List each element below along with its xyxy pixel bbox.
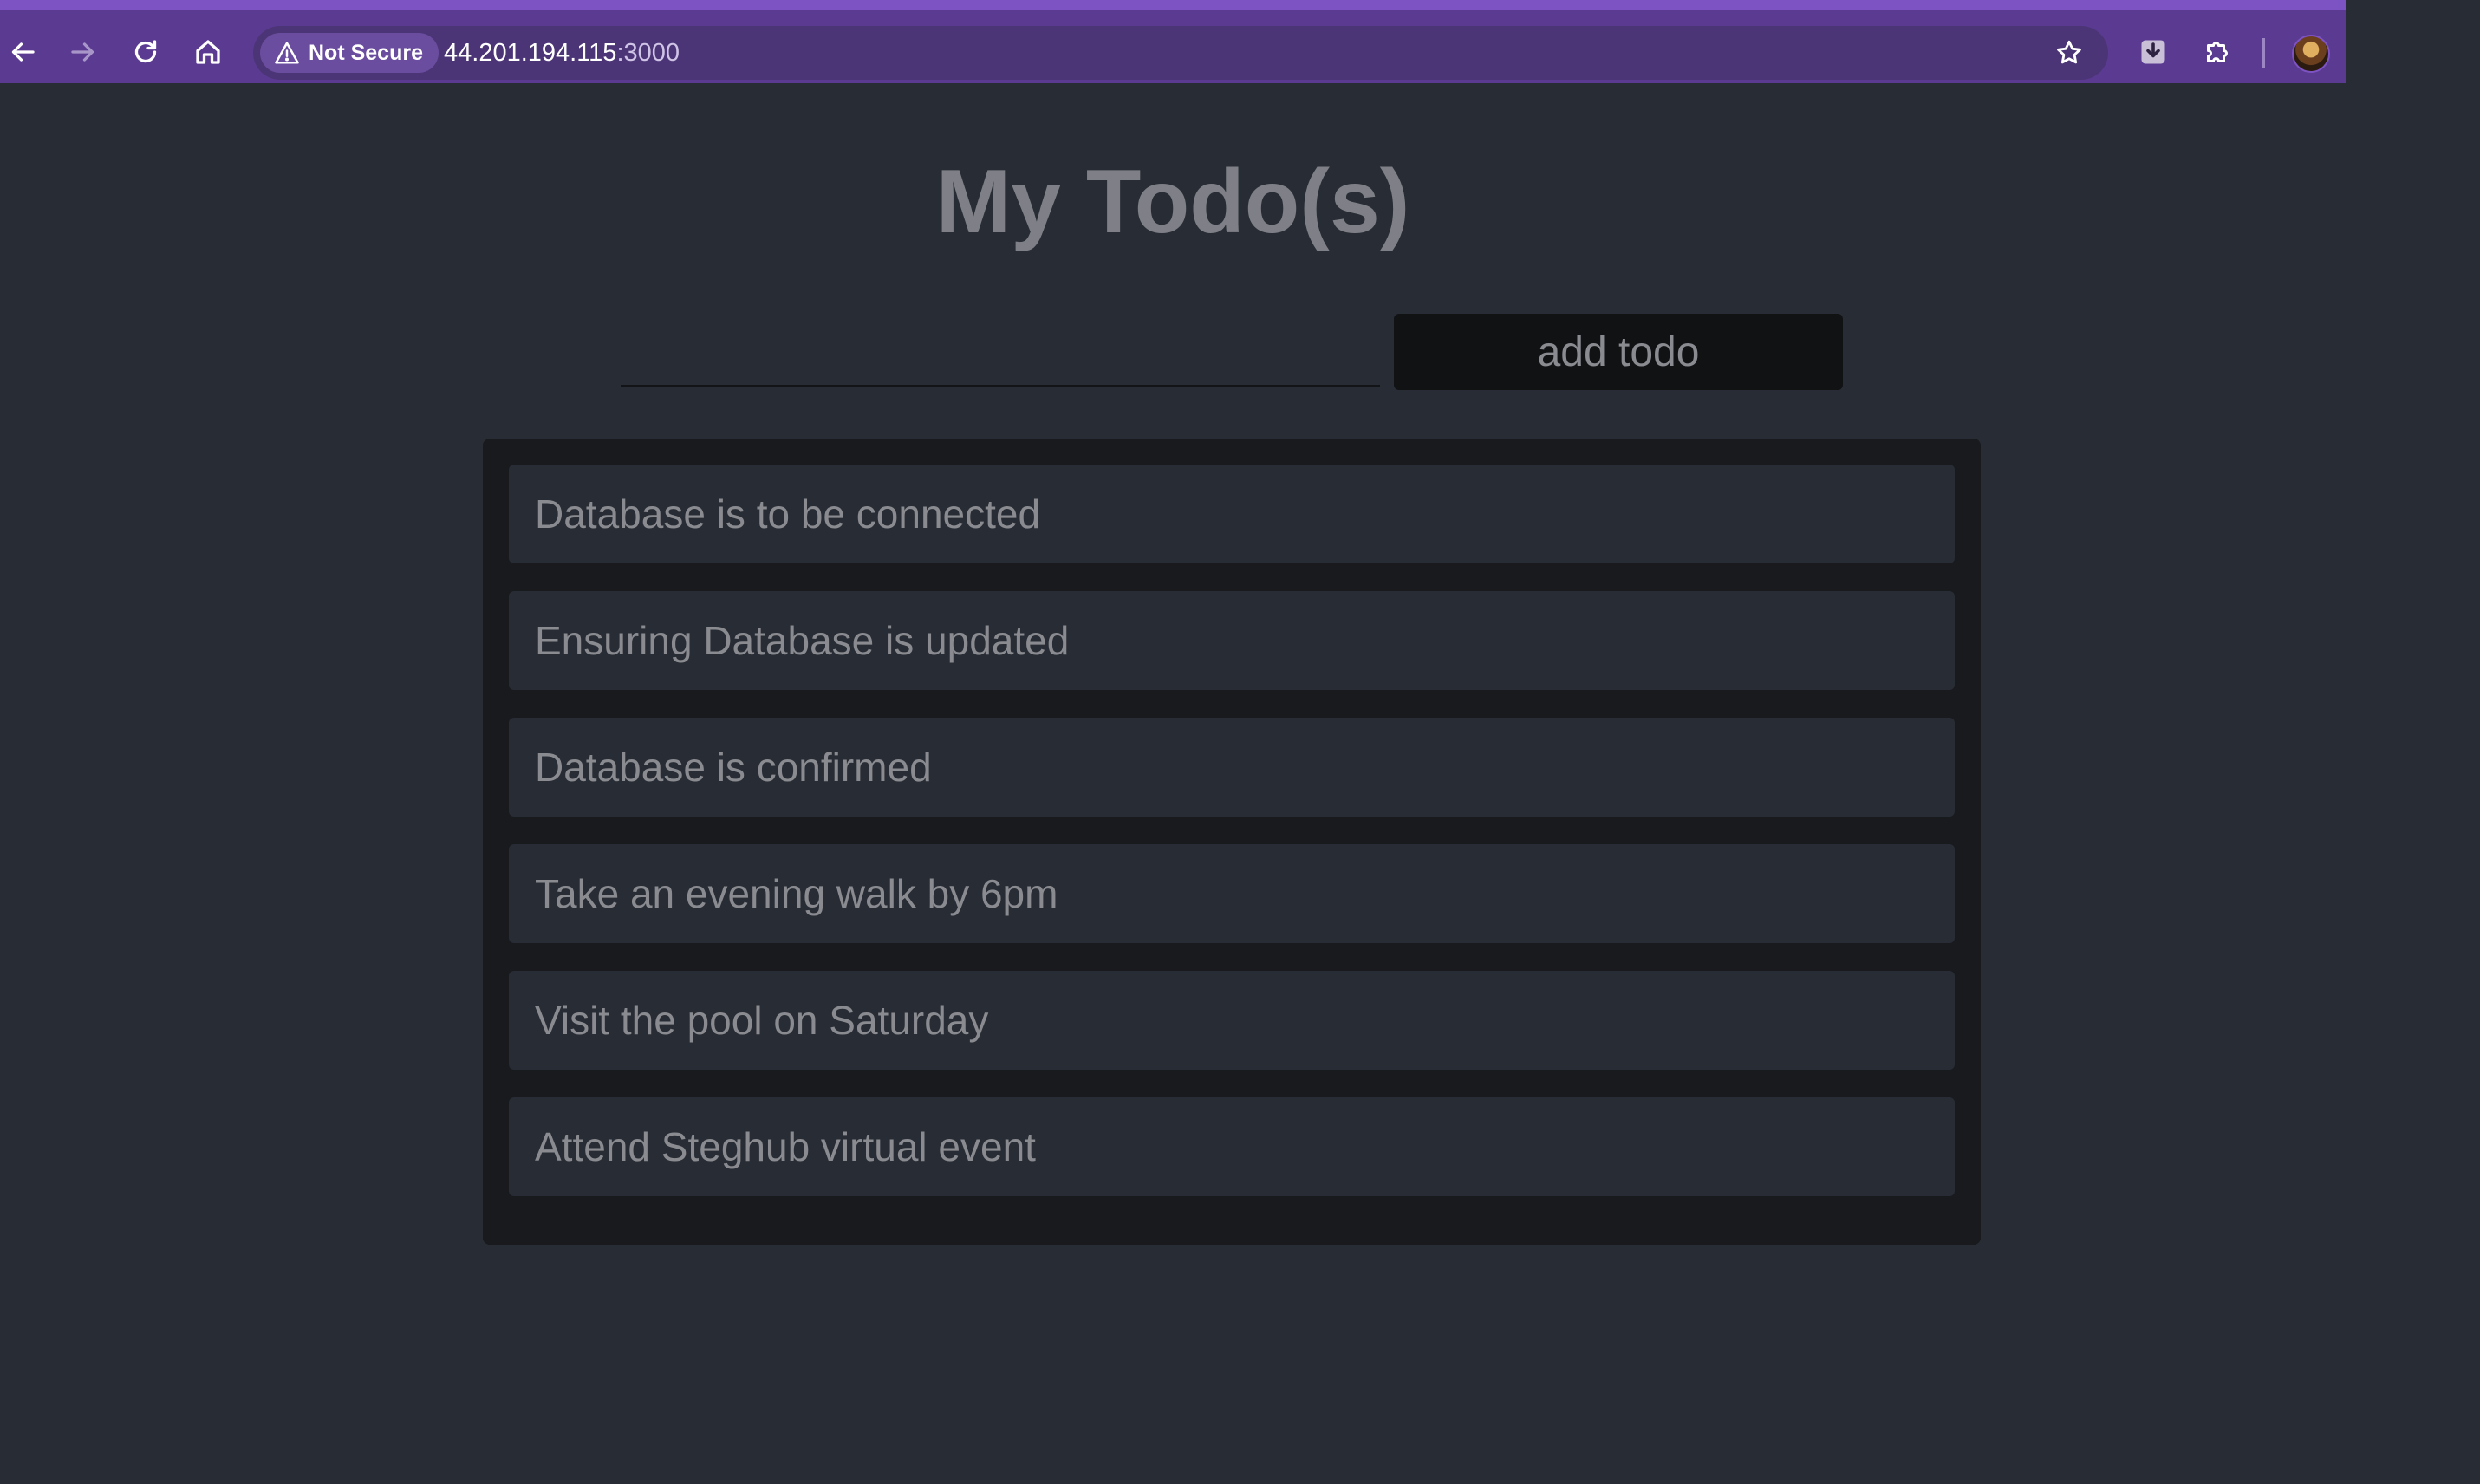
home-icon <box>196 40 220 64</box>
todo-item[interactable]: Database is to be connected <box>509 465 1955 563</box>
add-todo-button[interactable]: add todo <box>1394 314 1843 390</box>
puzzle-icon <box>2207 42 2228 62</box>
bookmark-button[interactable] <box>2051 35 2087 71</box>
security-label: Not Secure <box>309 40 423 65</box>
todo-item[interactable]: Take an evening walk by 6pm <box>509 844 1955 943</box>
url-port: :3000 <box>616 39 680 67</box>
back-button[interactable] <box>2 31 43 73</box>
address-bar[interactable]: Not Secure 44.201.194.115:3000 <box>253 26 2108 80</box>
home-button[interactable] <box>187 31 229 73</box>
arrow-right-icon <box>71 42 94 62</box>
todo-list: Database is to be connected Ensuring Dat… <box>483 439 1981 1245</box>
security-indicator[interactable]: Not Secure <box>260 33 439 73</box>
download-extension-button[interactable] <box>2132 31 2174 73</box>
todo-item[interactable]: Ensuring Database is updated <box>509 591 1955 690</box>
browser-toolbar: Not Secure 44.201.194.115:3000 <box>0 0 2346 83</box>
window-edge <box>2346 0 2480 1484</box>
todo-item[interactable]: Database is confirmed <box>509 718 1955 817</box>
todo-input[interactable] <box>621 310 1380 387</box>
toolbar-divider <box>2262 38 2265 68</box>
warning-triangle-icon <box>275 42 299 64</box>
url-text[interactable]: 44.201.194.115:3000 <box>444 26 680 80</box>
page-title: My Todo(s) <box>935 152 1410 252</box>
profile-avatar[interactable] <box>2292 35 2330 73</box>
reload-button[interactable] <box>125 31 166 73</box>
todo-item[interactable]: Attend Steghub virtual event <box>509 1097 1955 1196</box>
reload-icon <box>134 40 157 63</box>
download-icon <box>2141 40 2165 64</box>
todo-app: My Todo(s) add todo Database is to be co… <box>0 83 2346 1484</box>
star-icon <box>2057 40 2081 64</box>
todo-item[interactable]: Visit the pool on Saturday <box>509 971 1955 1070</box>
extensions-button[interactable] <box>2197 31 2238 73</box>
forward-button[interactable] <box>62 31 104 73</box>
arrow-left-icon <box>11 42 35 62</box>
url-host: 44.201.194.115 <box>444 39 617 67</box>
